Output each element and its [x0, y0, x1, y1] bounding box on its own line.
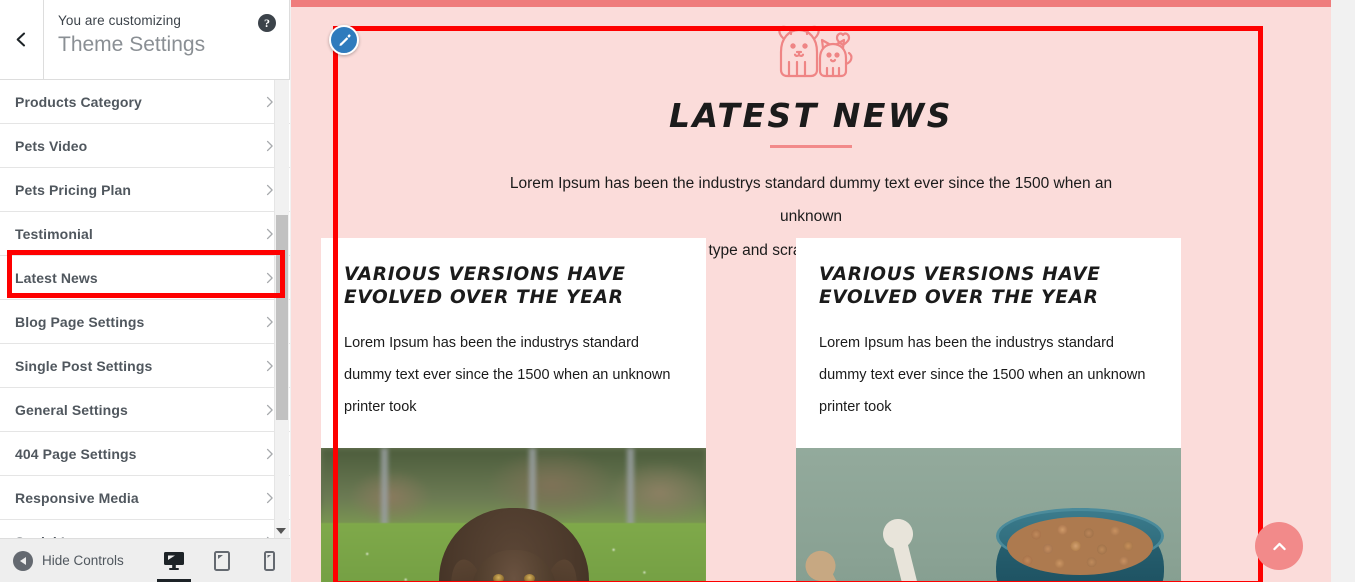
sidebar-item-testimonial[interactable]: Testimonial [0, 212, 290, 256]
news-card-list: VARIOUS VERSIONS HAVE EVOLVED OVER THE Y… [291, 238, 1331, 582]
theme-settings-title: Theme Settings [58, 33, 206, 56]
device-mobile-button[interactable] [258, 539, 282, 582]
sidebar-item-social-icons[interactable]: Social Icons [0, 520, 290, 538]
scroll-down-arrow-icon[interactable] [276, 528, 286, 534]
sidebar-item-label: Single Post Settings [15, 357, 153, 374]
news-card-body: VARIOUS VERSIONS HAVE EVOLVED OVER THE Y… [796, 238, 1181, 448]
mobile-icon [264, 550, 276, 571]
sidebar-item-products-category[interactable]: Products Category [0, 80, 290, 124]
news-card[interactable]: VARIOUS VERSIONS HAVE EVOLVED OVER THE Y… [796, 238, 1181, 582]
hide-controls-label: Hide Controls [42, 553, 124, 568]
customizer-sidebar: You are customizing Theme Settings ? Pro… [0, 0, 290, 582]
desktop-icon [163, 551, 184, 570]
sidebar-item-blog-page-settings[interactable]: Blog Page Settings [0, 300, 290, 344]
photo-pole [627, 447, 634, 530]
food-bowl [996, 508, 1165, 582]
edit-pencil-icon[interactable] [329, 25, 359, 55]
scroll-to-top-button[interactable] [1255, 522, 1303, 570]
sidebar-item-label: Latest News [15, 269, 98, 286]
sidebar-item-label: Responsive Media [15, 489, 139, 506]
section-description-line-1: Lorem Ipsum has been the industrys stand… [509, 175, 1113, 226]
site-top-strip [291, 0, 1331, 7]
sidebar-item-single-post-settings[interactable]: Single Post Settings [0, 344, 290, 388]
dog-food-bowl-photo [796, 447, 1181, 582]
customizer-menu-list[interactable]: Products Category Pets Video Pets Pricin… [0, 80, 290, 538]
food-bowl-rim [996, 508, 1165, 576]
sidebar-scrollbar[interactable] [274, 80, 289, 538]
dog-cat-heart-icon [291, 22, 1331, 84]
device-tablet-button[interactable] [210, 539, 234, 582]
kibble [1007, 517, 1154, 576]
latest-news-section-header: LATEST NEWS Lorem Ipsum has been the ind… [291, 22, 1331, 267]
sidebar-item-responsive-media[interactable]: Responsive Media [0, 476, 290, 520]
dog-eye-right [523, 573, 535, 582]
customizer-footer: Hide Controls [0, 538, 290, 582]
sidebar-item-label: General Settings [15, 401, 128, 418]
device-preview-switcher [156, 539, 282, 582]
sidebar-item-label: Testimonial [15, 225, 93, 242]
news-card-text: Lorem Ipsum has been the industrys stand… [819, 335, 1146, 415]
collapse-arrow-icon [13, 550, 33, 571]
news-card-title: VARIOUS VERSIONS HAVE EVOLVED OVER THE Y… [819, 264, 1101, 308]
sidebar-item-pets-pricing-plan[interactable]: Pets Pricing Plan [0, 168, 290, 212]
news-card[interactable]: VARIOUS VERSIONS HAVE EVOLVED OVER THE Y… [321, 238, 706, 582]
chevron-up-icon [1272, 542, 1286, 550]
customizer-header: You are customizing Theme Settings ? [0, 0, 289, 80]
dog-eye-left [492, 573, 504, 582]
hide-controls-button[interactable]: Hide Controls [0, 550, 124, 571]
customizing-label: You are customizing [58, 13, 181, 28]
title-underline [770, 145, 852, 148]
device-desktop-button[interactable] [156, 539, 191, 582]
sidebar-item-general-settings[interactable]: General Settings [0, 388, 290, 432]
sidebar-scrollbar-thumb[interactable] [276, 215, 288, 420]
back-button[interactable] [0, 0, 44, 79]
photo-pole [381, 447, 388, 530]
sidebar-item-label: Products Category [15, 93, 142, 110]
sidebar-item-latest-news[interactable]: Latest News [0, 256, 290, 300]
customizer-header-text: You are customizing Theme Settings ? [44, 0, 289, 79]
news-card-body: VARIOUS VERSIONS HAVE EVOLVED OVER THE Y… [321, 238, 706, 448]
section-title: LATEST NEWS [668, 96, 954, 135]
news-card-title: VARIOUS VERSIONS HAVE EVOLVED OVER THE Y… [344, 264, 626, 308]
sidebar-item-404-page-settings[interactable]: 404 Page Settings [0, 432, 290, 476]
dog-in-grass-photo [321, 447, 706, 582]
news-card-text: Lorem Ipsum has been the industrys stand… [344, 335, 671, 415]
sidebar-item-label: Pets Video [15, 137, 88, 154]
sidebar-item-label: Blog Page Settings [15, 313, 145, 330]
chevron-left-icon [16, 32, 26, 47]
sidebar-item-pets-video[interactable]: Pets Video [0, 124, 290, 168]
site-page: LATEST NEWS Lorem Ipsum has been the ind… [291, 0, 1331, 582]
sidebar-item-label: 404 Page Settings [15, 445, 137, 462]
site-preview-frame[interactable]: LATEST NEWS Lorem Ipsum has been the ind… [291, 0, 1355, 582]
customizer-screen: You are customizing Theme Settings ? Pro… [0, 0, 1355, 582]
help-icon[interactable]: ? [258, 14, 276, 32]
sidebar-item-label: Pets Pricing Plan [15, 181, 132, 198]
dog-head-shape [470, 549, 557, 582]
tablet-icon [213, 550, 230, 571]
